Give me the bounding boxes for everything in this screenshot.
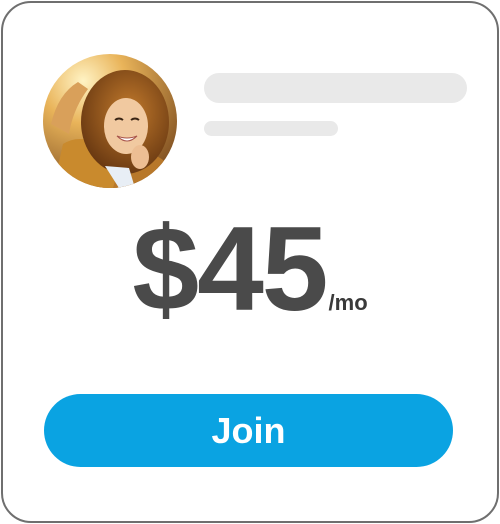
price-period: /mo	[328, 290, 368, 315]
avatar	[43, 54, 177, 188]
price-display: $45 /mo	[3, 209, 497, 329]
price-amount: $45	[132, 202, 328, 336]
name-placeholder	[204, 73, 467, 103]
avatar-photo	[43, 54, 177, 188]
pricing-card: $45 /mo Join	[1, 1, 499, 523]
join-button[interactable]: Join	[44, 394, 453, 467]
subtitle-placeholder	[204, 121, 338, 136]
price-row: $45 /mo	[132, 209, 367, 329]
